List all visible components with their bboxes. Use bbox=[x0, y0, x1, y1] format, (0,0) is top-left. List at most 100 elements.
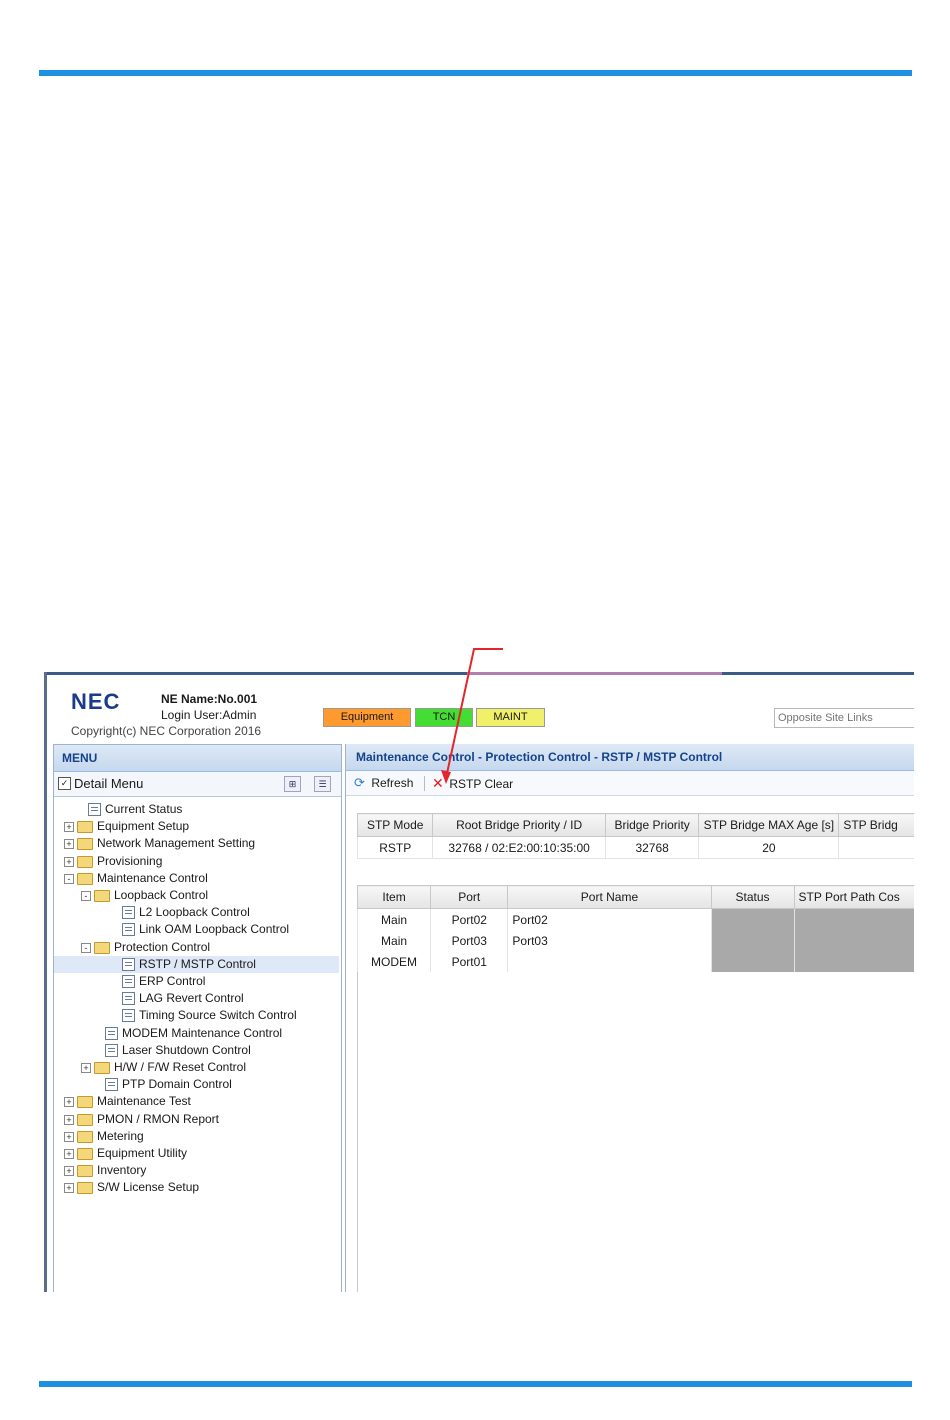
menu-item[interactable]: L2 Loopback Control bbox=[54, 904, 339, 921]
column-header[interactable]: Port Name bbox=[507, 885, 712, 909]
collapse-icon[interactable]: - bbox=[64, 873, 74, 884]
toolbar-separator bbox=[424, 776, 425, 791]
list-view-icon[interactable]: ☰ bbox=[314, 776, 331, 792]
menu-item[interactable]: + Metering bbox=[54, 1128, 339, 1145]
detail-menu-checkbox[interactable]: ✓ bbox=[58, 777, 71, 790]
column-header[interactable]: Item bbox=[356, 885, 432, 909]
menu-item[interactable]: - Protection Control bbox=[54, 939, 339, 956]
column-header[interactable]: STP Port Path Cos bbox=[793, 885, 914, 909]
table-cell: Main bbox=[356, 930, 431, 951]
menu-item[interactable]: LAG Revert Control bbox=[54, 990, 339, 1007]
tcn-status-button[interactable]: TCN bbox=[415, 708, 473, 727]
rstp-clear-label: RSTP Clear bbox=[449, 777, 514, 791]
page-icon bbox=[105, 1078, 118, 1092]
maint-status-button[interactable]: MAINT bbox=[476, 708, 545, 727]
table-cell: Port02 bbox=[430, 908, 508, 930]
page-icon bbox=[122, 992, 135, 1006]
expand-icon[interactable]: + bbox=[64, 1183, 74, 1194]
column-header[interactable]: STP Bridge MAX Age [s] bbox=[698, 813, 840, 837]
menu-item-label: ERP Control bbox=[139, 974, 206, 988]
folder-icon bbox=[94, 941, 110, 954]
menu-item[interactable]: ERP Control bbox=[54, 973, 339, 990]
collapse-icon[interactable]: - bbox=[81, 942, 91, 953]
top-rule bbox=[39, 70, 912, 76]
menu-item-label: MODEM Maintenance Control bbox=[122, 1025, 283, 1040]
expand-icon[interactable]: + bbox=[64, 1114, 74, 1125]
stp-summary-table: STP Mode Root Bridge Priority / ID Bridg… bbox=[356, 813, 914, 859]
menu-toolbar: ✓ Detail Menu ⊞ ☰ bbox=[54, 772, 341, 797]
menu-item[interactable]: Link OAM Loopback Control bbox=[54, 921, 339, 938]
expand-icon[interactable]: + bbox=[64, 839, 74, 850]
menu-item[interactable]: - Loopback Control bbox=[54, 887, 339, 904]
folder-icon bbox=[77, 1148, 93, 1160]
table-cell bbox=[793, 951, 914, 972]
table-cell: Port03 bbox=[430, 930, 508, 951]
folder-icon bbox=[94, 890, 110, 902]
table-row[interactable]: Main Port03 Port03 bbox=[356, 930, 914, 951]
expand-icon[interactable]: + bbox=[64, 1149, 74, 1159]
menu-item-label: Metering bbox=[97, 1128, 144, 1143]
content-title: Maintenance Control - Protection Control… bbox=[346, 744, 914, 771]
menu-item[interactable]: Current Status bbox=[54, 801, 339, 818]
column-header[interactable]: Bridge Priority bbox=[604, 813, 700, 837]
menu-item-label: Equipment Setup bbox=[97, 819, 190, 834]
menu-item-label: RSTP / MSTP Control bbox=[139, 956, 256, 971]
menu-item[interactable]: + Provisioning bbox=[54, 853, 339, 870]
column-header[interactable]: STP Bridg bbox=[838, 813, 914, 837]
expand-icon[interactable]: + bbox=[64, 1131, 74, 1142]
menu-item[interactable]: RSTP / MSTP Control bbox=[54, 955, 339, 973]
menu-item[interactable]: Laser Shutdown Control bbox=[54, 1042, 339, 1059]
detail-menu-label: Detail Menu bbox=[74, 776, 144, 791]
page-icon bbox=[105, 1026, 118, 1040]
menu-item[interactable]: - Maintenance Control bbox=[54, 870, 339, 887]
table-cell bbox=[710, 951, 795, 972]
menu-item[interactable]: + Inventory bbox=[54, 1162, 339, 1179]
expand-all-icon[interactable]: ⊞ bbox=[284, 776, 301, 792]
menu-item[interactable]: + Equipment Setup bbox=[54, 818, 339, 835]
app-header: NEC NE Name:No.001 Login User:Admin Copy… bbox=[47, 675, 914, 739]
table-cell bbox=[710, 930, 795, 951]
menu-item-label: S/W License Setup bbox=[97, 1180, 200, 1195]
menu-item-label: Loopback Control bbox=[114, 888, 209, 902]
rstp-clear-button[interactable]: ✕ RSTP Clear bbox=[432, 774, 513, 793]
expand-icon[interactable]: + bbox=[64, 1097, 74, 1108]
equipment-status-button[interactable]: Equipment bbox=[323, 708, 411, 727]
ne-name: NE Name:No.001 bbox=[161, 692, 258, 706]
table-cell bbox=[507, 951, 712, 972]
table-cell: 20 bbox=[698, 836, 839, 859]
table-cell bbox=[838, 836, 914, 859]
column-header[interactable]: Status bbox=[710, 885, 795, 909]
refresh-icon: ⟳ bbox=[354, 775, 365, 790]
menu-item[interactable]: MODEM Maintenance Control bbox=[54, 1025, 339, 1042]
refresh-button[interactable]: ⟳ Refresh bbox=[354, 774, 413, 792]
menu-item[interactable]: + PMON / RMON Report bbox=[54, 1111, 339, 1128]
expand-icon[interactable]: + bbox=[64, 822, 74, 833]
table-row[interactable]: MODEM Port01 bbox=[356, 951, 914, 972]
menu-item-label: Link OAM Loopback Control bbox=[139, 922, 290, 937]
folder-icon bbox=[77, 1182, 93, 1195]
table-row[interactable]: RSTP 32768 / 02:E2:00:10:35:00 32768 20 bbox=[356, 836, 914, 859]
expand-icon[interactable]: + bbox=[64, 856, 74, 867]
opposite-site-links-input[interactable] bbox=[774, 708, 914, 728]
menu-item[interactable]: PTP Domain Control bbox=[54, 1076, 339, 1093]
column-header[interactable]: Root Bridge Priority / ID bbox=[432, 813, 606, 837]
expand-icon[interactable]: + bbox=[81, 1063, 91, 1073]
column-header[interactable]: STP Mode bbox=[356, 813, 434, 837]
menu-item-label: Maintenance Test bbox=[97, 1094, 191, 1109]
page-icon bbox=[122, 975, 135, 988]
expand-icon[interactable]: + bbox=[64, 1166, 74, 1177]
menu-item[interactable]: Timing Source Switch Control bbox=[54, 1007, 339, 1024]
table-row[interactable]: Main Port02 Port02 bbox=[356, 908, 914, 930]
menu-item[interactable]: + Maintenance Test bbox=[54, 1093, 339, 1110]
table-cell: 32768 bbox=[604, 836, 699, 859]
content-panel: Maintenance Control - Protection Control… bbox=[345, 744, 914, 1292]
menu-item-label: Maintenance Control bbox=[97, 870, 208, 885]
column-header[interactable]: Port bbox=[430, 885, 509, 909]
menu-item[interactable]: + Network Management Setting bbox=[54, 835, 339, 852]
menu-item[interactable]: + Equipment Utility bbox=[54, 1145, 339, 1162]
menu-item[interactable]: + H/W / F/W Reset Control bbox=[54, 1059, 339, 1076]
menu-item-label: Network Management Setting bbox=[97, 836, 256, 851]
collapse-icon[interactable]: - bbox=[81, 891, 91, 901]
bottom-rule bbox=[39, 1381, 912, 1387]
menu-item[interactable]: + S/W License Setup bbox=[54, 1179, 339, 1196]
